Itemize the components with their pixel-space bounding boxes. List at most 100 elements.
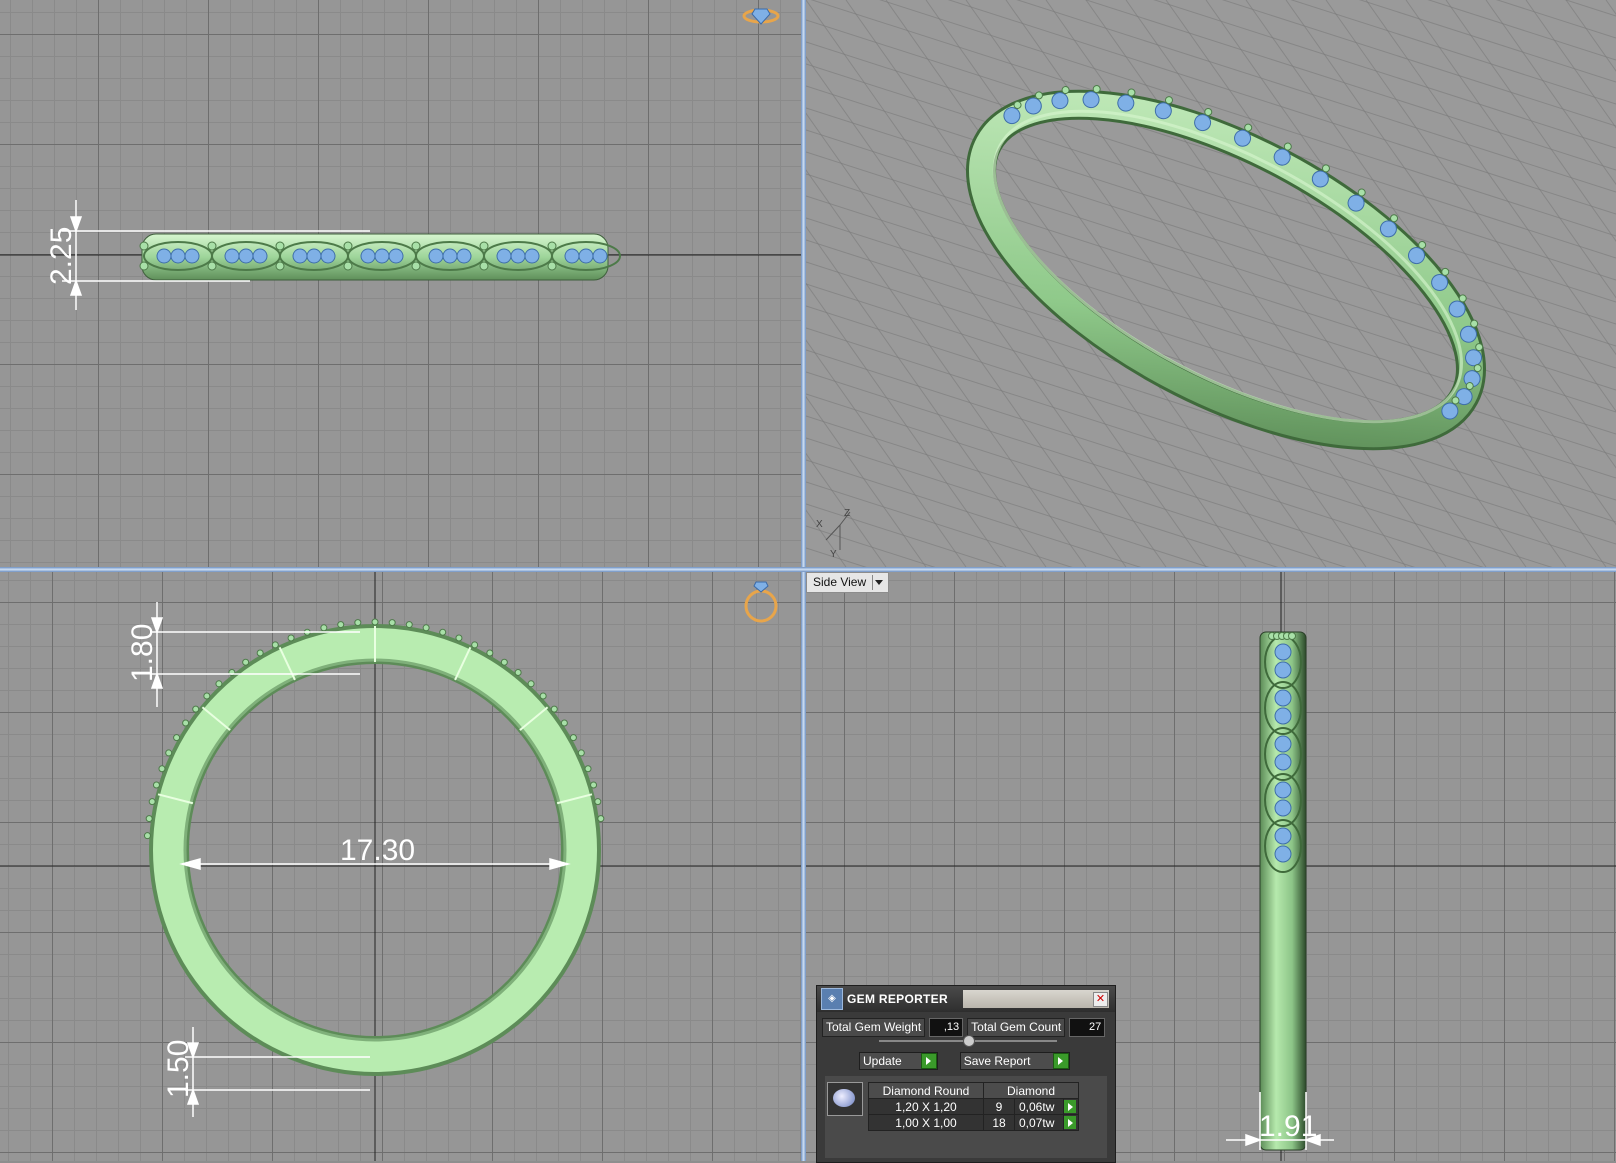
ring-front-band (139, 233, 621, 281)
gem (252, 248, 268, 264)
bead (455, 634, 463, 642)
bead (343, 261, 353, 271)
bead (479, 241, 489, 251)
bead (207, 241, 217, 251)
viewport-front[interactable]: 2.25 (0, 0, 801, 567)
titlebar-drag-area[interactable] (963, 990, 1109, 1008)
report-slider[interactable] (879, 1035, 1057, 1047)
gem (428, 248, 444, 264)
ring-side-band (1259, 631, 1307, 1151)
play-icon[interactable] (1064, 1116, 1076, 1129)
top-view-canvas: 1.80 17.30 1.50 (0, 572, 801, 1161)
dimension-inner-label: 17.30 (340, 834, 415, 867)
bead (550, 705, 558, 713)
bead (337, 621, 345, 629)
bead (584, 765, 592, 773)
bead (479, 261, 489, 271)
grid-line (806, 19, 1616, 281)
save-report-button-label: Save Report (963, 1054, 1031, 1068)
ring-view-icon (742, 8, 780, 25)
grid-line (806, 503, 1004, 567)
gem-size: 1,20 X 1,20 (868, 1098, 984, 1115)
gem (1274, 735, 1292, 753)
header-shape: Diamond Round (868, 1082, 984, 1099)
gem (320, 248, 336, 264)
bead (343, 241, 353, 251)
slider-knob[interactable] (963, 1035, 975, 1047)
bead (287, 634, 295, 642)
bead (422, 624, 430, 632)
gem-size: 1,00 X 1,00 (868, 1114, 984, 1131)
bead (203, 692, 211, 700)
bead (560, 719, 568, 727)
gem (238, 248, 254, 264)
grid-line (1016, 0, 1616, 193)
row-action[interactable] (1063, 1114, 1079, 1131)
gem-weight: 0,07tw (1014, 1114, 1064, 1131)
bead (527, 680, 535, 688)
bead (256, 649, 264, 657)
play-icon[interactable] (920, 1053, 937, 1069)
bead (405, 621, 413, 629)
grid-line (1445, 0, 1616, 242)
gem (578, 248, 594, 264)
bead (569, 734, 577, 742)
bead (207, 261, 217, 271)
view-selector[interactable]: Side View (806, 572, 890, 593)
gem (1274, 753, 1292, 771)
table-row[interactable]: 1,00 X 1,00 18 0,07tw (868, 1114, 1079, 1131)
viewport-perspective[interactable]: X Z Y (806, 0, 1616, 567)
gem (592, 248, 608, 264)
grid-line (1325, 0, 1616, 412)
update-button[interactable]: Update (859, 1052, 938, 1070)
gem (360, 248, 376, 264)
total-gem-weight-value: ,13 (929, 1018, 964, 1037)
grid-line (806, 327, 1553, 567)
gem-table-header: Diamond Round Diamond (868, 1082, 1079, 1099)
gem (1274, 689, 1292, 707)
table-row[interactable]: 1,20 X 1,20 9 0,06tw (868, 1098, 1079, 1115)
bead (539, 692, 547, 700)
gem-weight: 0,06tw (1014, 1098, 1064, 1115)
grid-line (806, 217, 1616, 479)
grid-line (1427, 0, 1616, 61)
grid-line (1525, 0, 1616, 129)
viewport-top[interactable]: 1.80 17.30 1.50 (0, 572, 801, 1161)
gem (292, 248, 308, 264)
close-icon[interactable]: ✕ (1093, 992, 1108, 1007)
bead (1288, 632, 1296, 640)
bead (597, 815, 605, 823)
bead (371, 618, 379, 626)
bead (139, 261, 149, 271)
play-icon[interactable] (1064, 1100, 1076, 1113)
bead (514, 669, 522, 677)
bead (320, 624, 328, 632)
gem-reporter-icon: ◈ (821, 988, 843, 1010)
grid-line (806, 547, 867, 567)
grid-line (1495, 0, 1616, 39)
gem (184, 248, 200, 264)
gem (1274, 799, 1292, 817)
grid-line (806, 305, 1616, 567)
save-report-button[interactable]: Save Report (959, 1052, 1071, 1070)
bead (275, 261, 285, 271)
bead (439, 628, 447, 636)
gem-reporter-titlebar[interactable]: ◈ GEM REPORTER ✕ (817, 986, 1115, 1012)
bead (354, 619, 362, 627)
perspective-canvas: X Z Y (806, 0, 1616, 567)
header-material: Diamond (983, 1082, 1079, 1099)
gem (1274, 707, 1292, 725)
gem (442, 248, 458, 264)
chevron-down-icon[interactable] (872, 575, 884, 590)
grid-line (1290, 0, 1616, 105)
bead (411, 241, 421, 251)
diamond-round-icon (827, 1082, 863, 1116)
gem (564, 248, 580, 264)
bead (590, 781, 598, 789)
play-icon[interactable] (1053, 1053, 1070, 1069)
row-action[interactable] (1063, 1098, 1079, 1115)
axis-indicator: X Z Y (816, 508, 851, 560)
dimension-label: 2.25 (45, 227, 78, 285)
view-selector-label: Side View (813, 575, 867, 589)
grid-line (806, 151, 1616, 413)
